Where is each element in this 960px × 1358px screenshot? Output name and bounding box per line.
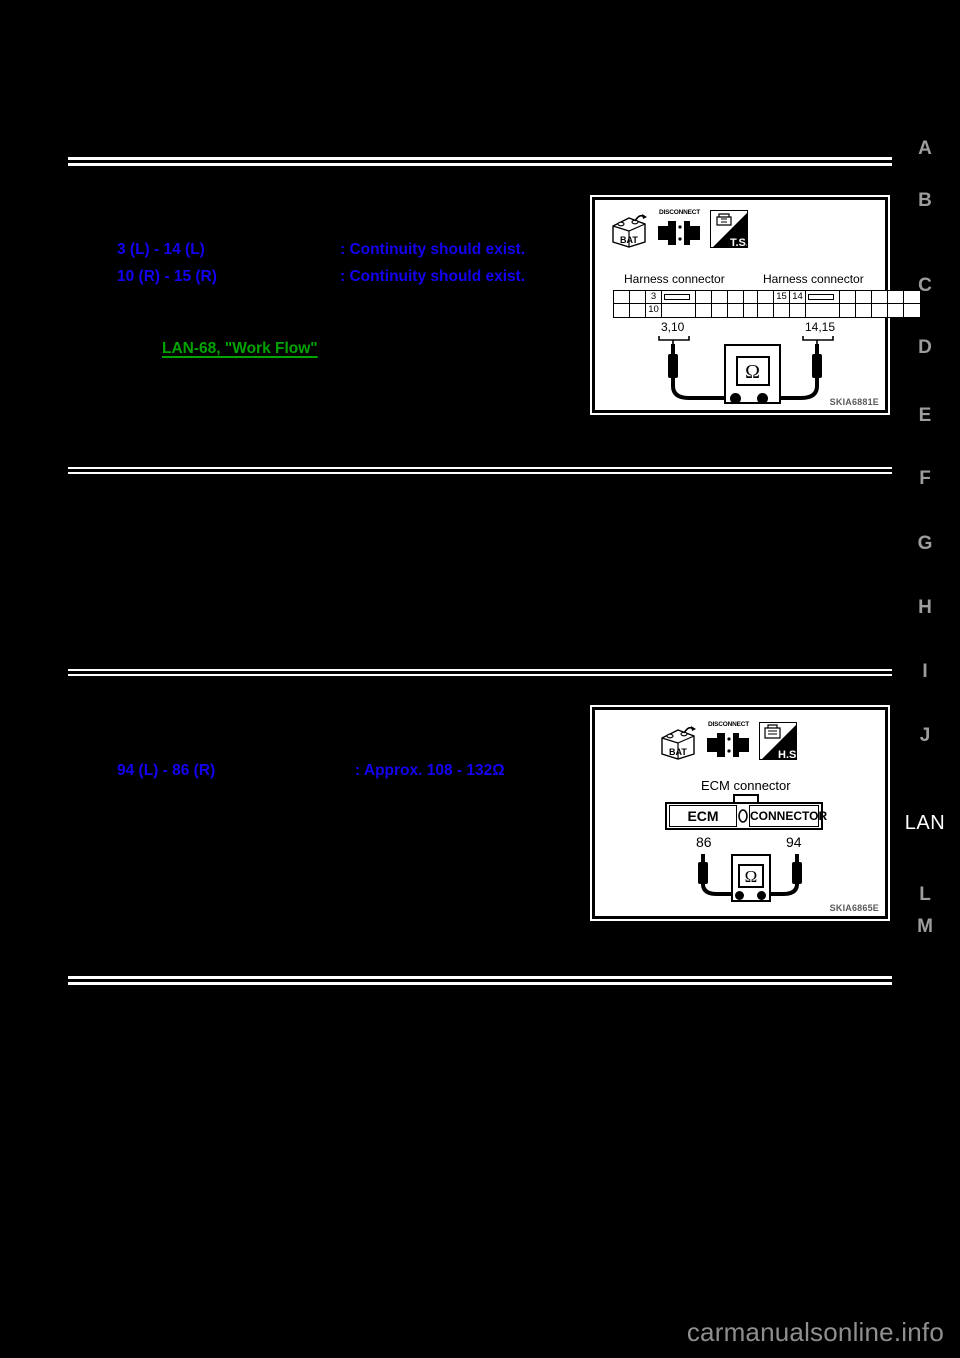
continuity-result-row-2: : Continuity should exist. [340, 268, 526, 285]
pin-cell-15: 15 [774, 291, 790, 304]
section-marker-e[interactable]: E [890, 405, 960, 427]
rule-bottom [68, 976, 892, 985]
section-marker-m[interactable]: M [890, 916, 960, 938]
pin-cell-10: 10 [646, 304, 662, 317]
figure1-left-connector-title: Harness connector [624, 272, 725, 286]
continuity-result-row-1: : Continuity should exist. [340, 241, 526, 258]
svg-text:H.S.: H.S. [778, 749, 797, 760]
figure1-left-connector-grid: 3 10 [613, 290, 777, 318]
figure2-pin-right: 94 [786, 834, 802, 850]
connector-label: CONNECTOR [749, 805, 827, 827]
section-marker-j[interactable]: J [890, 725, 960, 747]
section-marker-b[interactable]: B [890, 190, 960, 212]
section-marker-g[interactable]: G [890, 533, 960, 555]
section-marker-i[interactable]: I [890, 661, 960, 683]
figure2-pin-left: 86 [696, 834, 712, 850]
ecm-connector-bar: ECM CONNECTOR [665, 802, 827, 830]
figure2-icon-row: BAT DISCONNECT H.S. [658, 721, 797, 760]
meter-probe-dot-right [757, 393, 768, 404]
section-marker-l[interactable]: L [890, 884, 960, 906]
resistance-result-row-1: : Approx. 108 - 132Ω [355, 762, 505, 779]
figure-harness-continuity: BAT DISCONNECT T.S. Harness connector 3 … [590, 195, 921, 415]
disconnect-label: DISCONNECT [708, 721, 749, 728]
svg-text:BAT: BAT [620, 235, 638, 245]
figure1-right-pins: 14,15 [805, 320, 836, 334]
section-marker-f[interactable]: F [890, 468, 960, 490]
figure1-right-connector-title: Harness connector [763, 272, 864, 286]
site-watermark: carmanualsonline.info [686, 1317, 944, 1347]
figure-ecm-resistance: BAT DISCONNECT H.S. ECM connector ECM CO… [590, 705, 890, 921]
figure1-icon-row: BAT DISCONNECT T.S. [609, 209, 748, 248]
disconnect-icon: DISCONNECT [656, 209, 703, 248]
section-marker-a[interactable]: A [890, 138, 960, 160]
continuity-terminals-row-2: 10 (R) - 15 (R) [117, 268, 217, 285]
svg-text:BAT: BAT [669, 747, 687, 757]
pin-cell-3: 3 [646, 291, 662, 304]
section-marker-c[interactable]: C [890, 275, 960, 297]
ohm-symbol: Ω [738, 864, 764, 888]
figure1-left-pins: 3,10 [661, 320, 685, 334]
connector-slot [806, 291, 840, 304]
pin-cell-14: 14 [790, 291, 806, 304]
ecm-connector-notch [733, 794, 759, 802]
figure2-code: SKIA6865E [829, 903, 879, 913]
figure1-code: SKIA6881E [829, 397, 879, 407]
disconnect-label: DISCONNECT [659, 209, 700, 216]
meter-probe-dot-left [730, 393, 741, 404]
work-flow-link[interactable]: LAN-68, "Work Flow" [162, 340, 318, 358]
rule-mid-upper [68, 467, 892, 476]
battery-icon: BAT [609, 212, 649, 248]
resistance-terminals-row-1: 94 (L) - 86 (R) [117, 762, 216, 779]
continuity-terminals-row-1: 3 (L) - 14 (L) [117, 241, 205, 258]
connector-slot [662, 291, 696, 304]
connector-row-top: 3 [614, 291, 776, 304]
disconnect-icon: DISCONNECT [705, 721, 752, 760]
ecm-keyhole-icon [738, 809, 748, 823]
ecm-label: ECM [669, 805, 737, 827]
battery-icon: BAT [658, 724, 698, 760]
section-marker-h[interactable]: H [890, 597, 960, 619]
section-marker-lan[interactable]: LAN [890, 812, 960, 835]
section-marker-d[interactable]: D [890, 337, 960, 359]
figure2-connector-title: ECM connector [701, 778, 791, 793]
connector-row-bottom: 10 [614, 304, 776, 317]
svg-text:T.S.: T.S. [730, 237, 748, 248]
rule-mid-lower [68, 669, 892, 678]
ohm-symbol: Ω [735, 356, 770, 386]
tool-ts-icon: T.S. [710, 210, 748, 248]
rule-top [68, 157, 892, 166]
meter-probe-dot-left [735, 891, 744, 900]
manual-page: 3 (L) - 14 (L) : Continuity should exist… [0, 0, 960, 1358]
tool-hs-icon: H.S. [759, 722, 797, 760]
meter-probe-dot-right [757, 891, 766, 900]
section-index-sidebar: A B C D E F G H I J LAN L M [890, 0, 960, 1358]
